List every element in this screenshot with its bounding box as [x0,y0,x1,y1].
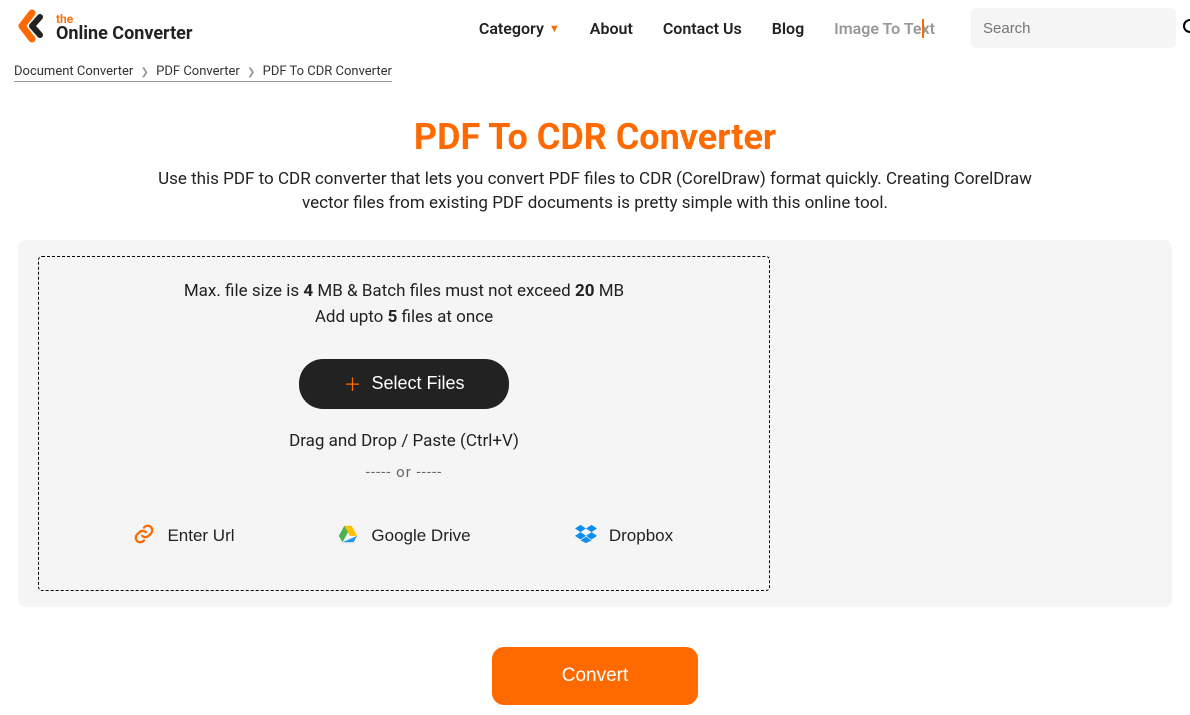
breadcrumb-doc-converter[interactable]: Document Converter [14,64,133,79]
file-count-text: Add upto 5 files at once [59,307,749,327]
nav-contact[interactable]: Contact Us [663,19,742,38]
upload-card: Max. file size is 4 MB & Batch files mus… [18,240,1172,607]
main: PDF To CDR Converter Use this PDF to CDR… [0,84,1190,715]
chevron-down-icon: ▼ [549,22,560,35]
plus-icon: ＋ [343,371,361,397]
chevron-right-icon: ❯ [247,67,255,78]
or-divider: ----- or ----- [59,463,749,481]
chevron-right-icon: ❯ [141,67,149,78]
dropbox-label: Dropbox [609,526,673,546]
breadcrumb: Document Converter ❯ PDF Converter ❯ PDF… [0,56,1190,84]
nav-image-to-text[interactable]: Image To Text [834,19,935,38]
convert-row: Convert [0,647,1190,715]
convert-button[interactable]: Convert [492,647,699,705]
nav-blog[interactable]: Blog [772,19,804,38]
enter-url-label: Enter Url [167,526,234,546]
drag-drop-hint: Drag and Drop / Paste (Ctrl+V) [59,431,749,451]
logo-text-main: Online Converter [56,25,193,43]
search-input[interactable] [983,20,1182,37]
google-drive-label: Google Drive [371,526,470,546]
page-title: PDF To CDR Converter [0,116,1190,158]
nav-category[interactable]: Category ▼ [479,19,560,38]
breadcrumb-current[interactable]: PDF To CDR Converter [263,64,392,79]
search-icon[interactable] [1182,18,1190,38]
search-box[interactable] [971,8,1176,48]
dropbox-icon [575,523,597,550]
header: the Online Converter Category ▼ About Co… [0,0,1190,56]
select-files-label: Select Files [371,373,464,394]
logo-icon [14,9,48,47]
nav: Category ▼ About Contact Us Blog Image T… [479,19,935,38]
select-files-button[interactable]: ＋ Select Files [299,359,508,409]
link-icon [133,523,155,550]
google-drive-icon [337,523,359,550]
upload-dropzone[interactable]: Max. file size is 4 MB & Batch files mus… [38,256,770,591]
file-limits-text: Max. file size is 4 MB & Batch files mus… [59,281,749,301]
enter-url-button[interactable]: Enter Url [84,507,284,566]
breadcrumb-pdf-converter[interactable]: PDF Converter [156,64,240,79]
nav-about[interactable]: About [590,19,633,38]
dropbox-button[interactable]: Dropbox [524,507,724,566]
page-description: Use this PDF to CDR converter that lets … [135,168,1055,216]
nav-category-label: Category [479,19,544,38]
google-drive-button[interactable]: Google Drive [304,507,504,566]
source-row: Enter Url Google Drive Dropbox [59,507,749,566]
logo[interactable]: the Online Converter [14,9,193,47]
